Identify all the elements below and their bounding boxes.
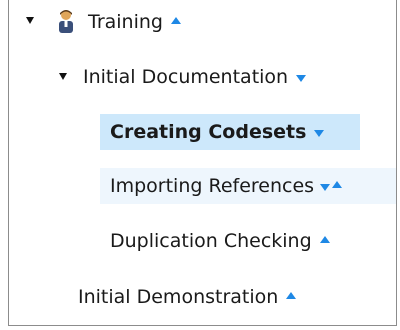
sort-down-icon[interactable]	[296, 75, 307, 82]
tree-item-initial-demonstration[interactable]: Initial Demonstration	[78, 279, 297, 315]
tree-item-label: Duplication Checking	[110, 230, 312, 252]
tree-item-label: Creating Codesets	[110, 121, 307, 143]
tree-item-duplication-checking[interactable]: Duplication Checking	[110, 223, 330, 259]
person-icon	[56, 9, 76, 35]
tree-item-creating-codesets[interactable]: Creating Codesets	[100, 114, 360, 150]
expand-toggle-initial-documentation[interactable]	[59, 73, 67, 80]
expand-toggle-training[interactable]	[26, 17, 34, 24]
tree-item-label: Initial Demonstration	[78, 286, 279, 308]
sort-up-icon[interactable]	[286, 292, 297, 299]
tree-item-importing-references[interactable]: Importing References	[100, 168, 396, 204]
tree-item-initial-documentation[interactable]: Initial Documentation	[83, 59, 307, 95]
sort-up-icon[interactable]	[332, 181, 343, 188]
sort-up-icon[interactable]	[170, 17, 181, 24]
sort-down-icon[interactable]	[320, 184, 331, 191]
tree-item-label: Training	[88, 11, 163, 33]
tree-view	[8, 0, 397, 326]
tree-item-training[interactable]: Training	[88, 4, 181, 40]
sort-up-icon[interactable]	[319, 236, 330, 243]
sort-down-icon[interactable]	[314, 130, 325, 137]
tree-item-label: Initial Documentation	[83, 66, 289, 88]
tree-item-label: Importing References	[110, 175, 315, 197]
